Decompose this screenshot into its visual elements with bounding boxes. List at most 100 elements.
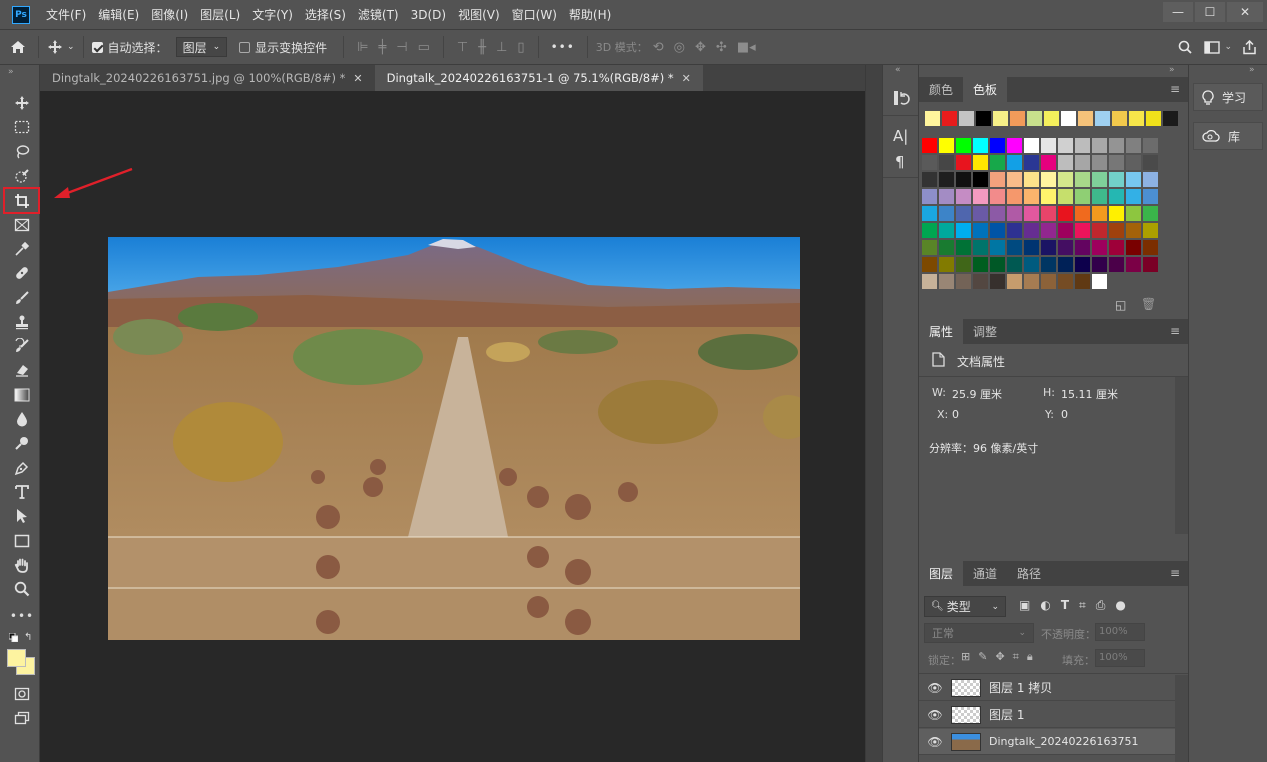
recent-swatch[interactable] (976, 111, 991, 126)
color-swatch[interactable] (1041, 257, 1056, 272)
color-swatch[interactable] (1058, 206, 1073, 221)
color-swatch[interactable] (939, 274, 954, 289)
color-swatch[interactable] (1007, 240, 1022, 255)
color-swatch[interactable] (939, 223, 954, 238)
menu-view[interactable]: 视图(V) (458, 6, 500, 23)
color-swatch[interactable] (1092, 138, 1107, 153)
show-transform-checkbox[interactable] (239, 41, 251, 53)
search-icon[interactable] (1178, 40, 1193, 54)
menu-layer[interactable]: 图层(L) (200, 6, 240, 23)
color-swatch[interactable] (939, 257, 954, 272)
color-swatch[interactable] (956, 155, 971, 170)
align-center-h-icon[interactable]: ╪ (378, 40, 386, 55)
color-swatch[interactable] (1007, 274, 1022, 289)
color-swatch[interactable] (973, 155, 988, 170)
color-swatch[interactable] (990, 206, 1005, 221)
color-swatch[interactable] (1024, 138, 1039, 153)
color-swatch[interactable] (1126, 223, 1141, 238)
panel-menu-icon[interactable]: ≡ (1170, 82, 1180, 96)
paragraph-panel-icon[interactable]: ¶ (895, 153, 905, 171)
color-swatch[interactable] (956, 240, 971, 255)
menu-filter[interactable]: 滤镜(T) (358, 6, 399, 23)
color-swatch[interactable] (990, 240, 1005, 255)
height-value[interactable]: 15.11 厘米 (1061, 386, 1118, 402)
gradient-tool-icon[interactable] (10, 384, 34, 406)
brush-tool-icon[interactable] (10, 287, 34, 309)
color-swatch[interactable] (939, 206, 954, 221)
color-swatch[interactable] (956, 223, 971, 238)
recent-swatch[interactable] (1010, 111, 1025, 126)
color-swatch[interactable] (1126, 240, 1141, 255)
panel-menu-icon[interactable]: ≡ (1170, 566, 1180, 580)
color-swatch[interactable] (990, 257, 1005, 272)
color-swatch[interactable] (956, 274, 971, 289)
color-swatch[interactable] (1075, 138, 1090, 153)
color-swatch[interactable] (1007, 172, 1022, 187)
color-swatch[interactable] (1041, 138, 1056, 153)
align-bottom-icon[interactable]: ⊥ (496, 40, 507, 55)
collapse-chevron-icon[interactable]: » (8, 67, 14, 77)
color-swatch[interactable] (1075, 206, 1090, 221)
tab-adjustments[interactable]: 调整 (963, 319, 1007, 344)
color-swatch[interactable] (973, 274, 988, 289)
more-options-icon[interactable]: ••• (551, 40, 575, 54)
color-swatch[interactable] (1075, 257, 1090, 272)
recent-swatch[interactable] (1078, 111, 1093, 126)
recent-swatch[interactable] (1146, 111, 1161, 126)
lock-artboard-icon[interactable]: ⌗ (1013, 650, 1019, 664)
color-swatch[interactable] (1126, 155, 1141, 170)
color-swatch[interactable] (1058, 155, 1073, 170)
close-button[interactable]: ✕ (1227, 2, 1263, 22)
x-value[interactable]: 0 (952, 408, 959, 421)
recent-swatch[interactable] (1112, 111, 1127, 126)
3d-pan-icon[interactable]: ✥ (695, 40, 706, 55)
swap-colors-icon[interactable]: ↰ (24, 632, 32, 643)
menu-help[interactable]: 帮助(H) (569, 6, 611, 23)
eyedropper-tool-icon[interactable] (10, 238, 34, 260)
color-swatch[interactable] (1058, 240, 1073, 255)
lock-all-icon[interactable]: 🔒︎ (1027, 650, 1033, 664)
color-swatch[interactable] (973, 189, 988, 204)
properties-scrollbar[interactable] (1175, 377, 1188, 534)
crop-tool-icon[interactable] (10, 190, 34, 212)
type-layer-filter-icon[interactable]: T (1061, 598, 1069, 613)
color-swatch[interactable] (922, 257, 937, 272)
color-swatch[interactable] (1075, 240, 1090, 255)
color-swatch[interactable] (990, 189, 1005, 204)
color-swatch[interactable] (956, 138, 971, 153)
lock-image-icon[interactable]: ✎ (978, 650, 987, 664)
color-swatch[interactable] (1143, 189, 1158, 204)
color-swatch[interactable] (973, 240, 988, 255)
collapse-chevron-icon[interactable]: » (1169, 65, 1175, 75)
history-panel-icon[interactable] (892, 89, 910, 107)
foreground-color-swatch[interactable] (7, 649, 26, 667)
color-swatch[interactable] (1024, 257, 1039, 272)
move-tool-preset-icon[interactable]: ⌄ (47, 39, 75, 55)
color-swatch[interactable] (1007, 223, 1022, 238)
hand-tool-icon[interactable] (10, 554, 34, 576)
color-swatch[interactable] (1041, 240, 1056, 255)
menu-window[interactable]: 窗口(W) (512, 6, 557, 23)
color-swatch[interactable] (1024, 189, 1039, 204)
workspace-icon[interactable] (1204, 40, 1221, 54)
document-tab-2[interactable]: Dingtalk_20240226163751-1 @ 75.1%(RGB/8#… (374, 65, 703, 91)
recent-swatch[interactable] (1027, 111, 1042, 126)
3d-slide-icon[interactable]: ✣ (716, 40, 727, 55)
color-swatch[interactable] (1143, 257, 1158, 272)
layers-scrollbar[interactable] (1175, 675, 1188, 762)
align-middle-v-icon[interactable]: ╫ (478, 40, 486, 55)
color-swatch[interactable] (922, 274, 937, 289)
dodge-tool-icon[interactable] (10, 432, 34, 454)
layer-row[interactable]: 👁︎ 图层 1 (919, 702, 1175, 728)
color-swatch[interactable] (1143, 172, 1158, 187)
recent-swatch[interactable] (942, 111, 957, 126)
home-icon[interactable] (10, 40, 30, 54)
visibility-eye-icon[interactable]: 👁︎ (919, 735, 951, 749)
panel-menu-icon[interactable]: ≡ (1170, 324, 1180, 338)
auto-select-checkbox[interactable] (91, 41, 103, 53)
color-swatch[interactable] (1092, 257, 1107, 272)
color-swatch[interactable] (1058, 138, 1073, 153)
color-swatch[interactable] (956, 172, 971, 187)
blend-mode-dropdown[interactable]: 正常 ⌄ (924, 623, 1034, 643)
recent-swatch[interactable] (925, 111, 940, 126)
